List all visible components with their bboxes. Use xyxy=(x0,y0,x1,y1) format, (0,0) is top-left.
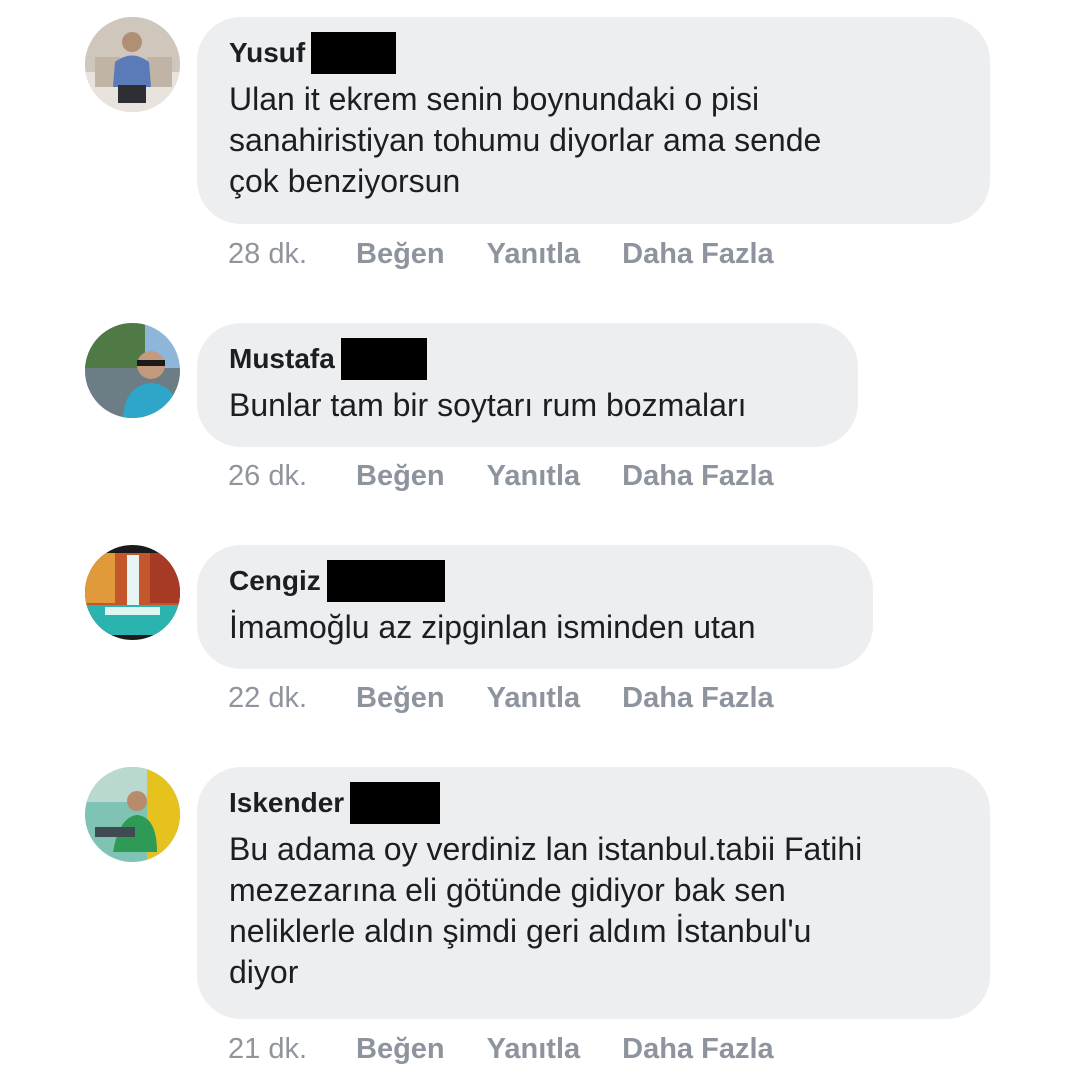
comment-bubble: Yusuf Ulan it ekrem senin boynundaki o p… xyxy=(197,17,990,224)
comment-time[interactable]: 21 dk. xyxy=(228,1033,356,1066)
redaction-bar xyxy=(340,338,427,380)
comment-actions: 28 dk. Beğen Yanıtla Daha Fazla xyxy=(228,234,816,274)
reply-button[interactable]: Yanıtla xyxy=(487,682,581,715)
comment-bubble: Iskender Bu adama oy verdiniz lan istanb… xyxy=(197,767,990,1019)
more-button[interactable]: Daha Fazla xyxy=(622,460,774,493)
avatar[interactable] xyxy=(85,767,180,862)
avatar[interactable] xyxy=(85,323,180,418)
more-button[interactable]: Daha Fazla xyxy=(622,238,774,271)
comment-actions: 22 dk. Beğen Yanıtla Daha Fazla xyxy=(228,678,816,718)
profile-photo-icon xyxy=(85,323,180,418)
comment-bubble: Cengiz İmamoğlu az zipginlan isminden ut… xyxy=(197,545,873,669)
comment-time[interactable]: 22 dk. xyxy=(228,682,356,715)
comment-text: Ulan it ekrem senin boynundaki o pisi sa… xyxy=(229,81,822,199)
comment-author[interactable]: Iskender xyxy=(229,787,344,819)
reply-button[interactable]: Yanıtla xyxy=(487,460,581,493)
profile-photo-icon xyxy=(85,767,180,862)
profile-photo-icon xyxy=(85,17,180,112)
redaction-bar xyxy=(350,782,441,824)
comment-text: İmamoğlu az zipginlan isminden utan xyxy=(229,609,756,645)
comment-actions: 26 dk. Beğen Yanıtla Daha Fazla xyxy=(228,456,816,496)
redaction-bar xyxy=(311,32,397,74)
profile-photo-icon xyxy=(85,545,180,640)
comment-text: Bu adama oy verdiniz lan istanbul.tabii … xyxy=(229,831,863,990)
reply-button[interactable]: Yanıtla xyxy=(487,1033,581,1066)
reply-button[interactable]: Yanıtla xyxy=(487,238,581,271)
like-button[interactable]: Beğen xyxy=(356,238,445,271)
comment-time[interactable]: 28 dk. xyxy=(228,238,356,271)
comment-bubble: Mustafa Bunlar tam bir soytarı rum bozma… xyxy=(197,323,858,447)
comment-time[interactable]: 26 dk. xyxy=(228,460,356,493)
avatar[interactable] xyxy=(85,17,180,112)
comment-author[interactable]: Yusuf xyxy=(229,37,305,69)
like-button[interactable]: Beğen xyxy=(356,1033,445,1066)
comment-text: Bunlar tam bir soytarı rum bozmaları xyxy=(229,387,747,423)
like-button[interactable]: Beğen xyxy=(356,682,445,715)
avatar[interactable] xyxy=(85,545,180,640)
more-button[interactable]: Daha Fazla xyxy=(622,682,774,715)
comment-author[interactable]: Cengiz xyxy=(229,565,321,597)
more-button[interactable]: Daha Fazla xyxy=(622,1033,774,1066)
redaction-bar xyxy=(326,560,445,602)
like-button[interactable]: Beğen xyxy=(356,460,445,493)
comment-author[interactable]: Mustafa xyxy=(229,343,335,375)
comment-actions: 21 dk. Beğen Yanıtla Daha Fazla xyxy=(228,1029,816,1069)
